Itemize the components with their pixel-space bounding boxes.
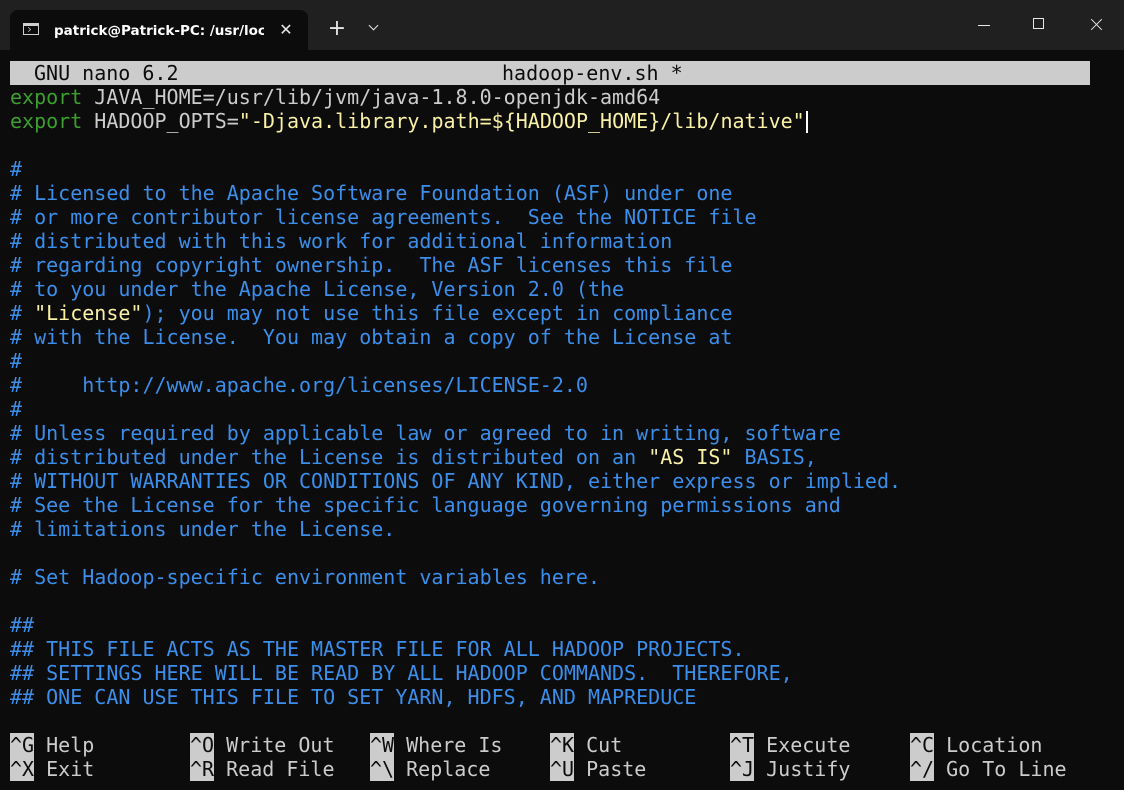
shortcut-key: ^K [550,733,575,757]
shortcut-label: Help [46,733,95,757]
maximize-button[interactable] [1016,0,1062,50]
nano-version: GNU nano 6.2 [34,61,179,85]
tab-close-icon[interactable]: ✕ [274,18,298,42]
comment-prefix: # [10,301,35,325]
shortcut-read-file[interactable]: ^R Read File [190,757,335,781]
chevron-down-icon[interactable] [363,17,387,41]
comment-line[interactable]: ## [10,613,34,637]
editor-line[interactable]: export HADOOP_OPTS="-Djava.library.path=… [10,109,808,133]
shortcut-label: Paste [586,757,647,781]
comment-line[interactable]: # with the License. You may obtain a cop… [10,325,732,349]
shortcut-label: Cut [586,733,623,757]
shortcut-write-out[interactable]: ^O Write Out [190,733,335,757]
comment-line[interactable]: # [10,349,22,373]
keyword: export [10,109,83,133]
comment-line[interactable]: # http://www.apache.org/licenses/LICENSE… [10,373,588,397]
minimize-button[interactable] [960,0,1006,50]
shortcut-key: ^T [730,733,755,757]
shortcut-exit[interactable]: ^X Exit [10,757,94,781]
shortcut-where-is[interactable]: ^W Where Is [370,733,502,757]
shortcut-key: ^G [10,733,35,757]
shortcut-help[interactable]: ^G Help [10,733,94,757]
shortcut-key: ^W [370,733,395,757]
line-text: JAVA_HOME=/usr/lib/jvm/java-1.8.0-openjd… [82,85,661,109]
comment-line[interactable]: # "License"); you may not use this file … [10,301,732,325]
comment-line[interactable]: # regarding copyright ownership. The ASF… [10,253,732,277]
shortcut-label: Replace [406,757,491,781]
new-tab-button[interactable]: + [323,15,351,43]
comment-line[interactable]: ## SETTINGS HERE WILL BE READ BY ALL HAD… [10,661,793,685]
comment-line[interactable]: # See the License for the specific langu… [10,493,841,517]
comment-line[interactable]: # to you under the Apache License, Versi… [10,277,624,301]
shortcut-execute[interactable]: ^T Execute [730,733,850,757]
terminal-area[interactable]: GNU nano 6.2 hadoop-env.sh * export JAVA… [0,50,1124,790]
window-titlebar: patrick@Patrick-PC: /usr/local/ ✕ + [0,0,1124,50]
shortcut-go-to-line[interactable]: ^/ Go To Line [910,757,1067,781]
comment-line[interactable]: # distributed under the License is distr… [10,445,817,469]
shortcut-justify[interactable]: ^J Justify [730,757,850,781]
shortcut-label: Justify [766,757,851,781]
shortcut-key: ^O [190,733,215,757]
shortcut-key: ^R [190,757,215,781]
keyword: export [10,85,83,109]
text-cursor [805,111,808,133]
shortcut-label: Where Is [406,733,503,757]
comment-line[interactable]: # or more contributor license agreements… [10,205,757,229]
string-literal: "-Djava.library.path=${HADOOP_HOME}/lib/… [238,109,805,133]
comment-text: # distributed under the License is distr… [10,445,649,469]
shortcut-label: Execute [766,733,851,757]
shortcut-label: Location [946,733,1043,757]
terminal-icon [23,23,39,35]
shortcut-label: Go To Line [946,757,1067,781]
shortcut-label: Read File [226,757,335,781]
comment-line[interactable]: # distributed with this work for additio… [10,229,672,253]
line-text: HADOOP_OPTS= [82,109,239,133]
comment-text: BASIS, [732,445,817,469]
shortcut-key: ^\ [370,757,395,781]
string-literal: "AS IS" [648,445,733,469]
tab-title: patrick@Patrick-PC: /usr/local/ [54,23,264,39]
shortcut-paste[interactable]: ^U Paste [550,757,646,781]
comment-line[interactable]: # Licensed to the Apache Software Founda… [10,181,732,205]
comment-line[interactable]: # limitations under the License. [10,517,395,541]
shortcut-cut[interactable]: ^K Cut [550,733,622,757]
comment-line[interactable]: # Set Hadoop-specific environment variab… [10,565,600,589]
shortcut-label: Exit [46,757,95,781]
shortcut-label: Write Out [226,733,335,757]
comment-line[interactable]: ## THIS FILE ACTS AS THE MASTER FILE FOR… [10,637,745,661]
editor-line[interactable]: export JAVA_HOME=/usr/lib/jvm/java-1.8.0… [10,85,660,109]
shortcut-key: ^U [550,757,575,781]
shortcut-location[interactable]: ^C Location [910,733,1042,757]
shortcut-key: ^X [10,757,35,781]
close-window-button[interactable] [1072,0,1118,50]
shortcut-key: ^J [730,757,755,781]
shortcut-key: ^C [910,733,935,757]
nano-header-bar: GNU nano 6.2 hadoop-env.sh * [10,61,1090,85]
comment-text: ); you may not use this file except in c… [142,301,733,325]
terminal-tab[interactable]: patrick@Patrick-PC: /usr/local/ ✕ [10,10,308,50]
comment-line[interactable]: # [10,397,22,421]
shortcut-key: ^/ [910,757,935,781]
comment-line[interactable]: # WITHOUT WARRANTIES OR CONDITIONS OF AN… [10,469,901,493]
comment-line[interactable]: ## ONE CAN USE THIS FILE TO SET YARN, HD… [10,685,696,709]
comment-line[interactable]: # [10,157,22,181]
shortcut-replace[interactable]: ^\ Replace [370,757,490,781]
nano-filename: hadoop-env.sh * [502,61,683,85]
string-literal: "License" [34,301,143,325]
comment-line[interactable]: # Unless required by applicable law or a… [10,421,841,445]
